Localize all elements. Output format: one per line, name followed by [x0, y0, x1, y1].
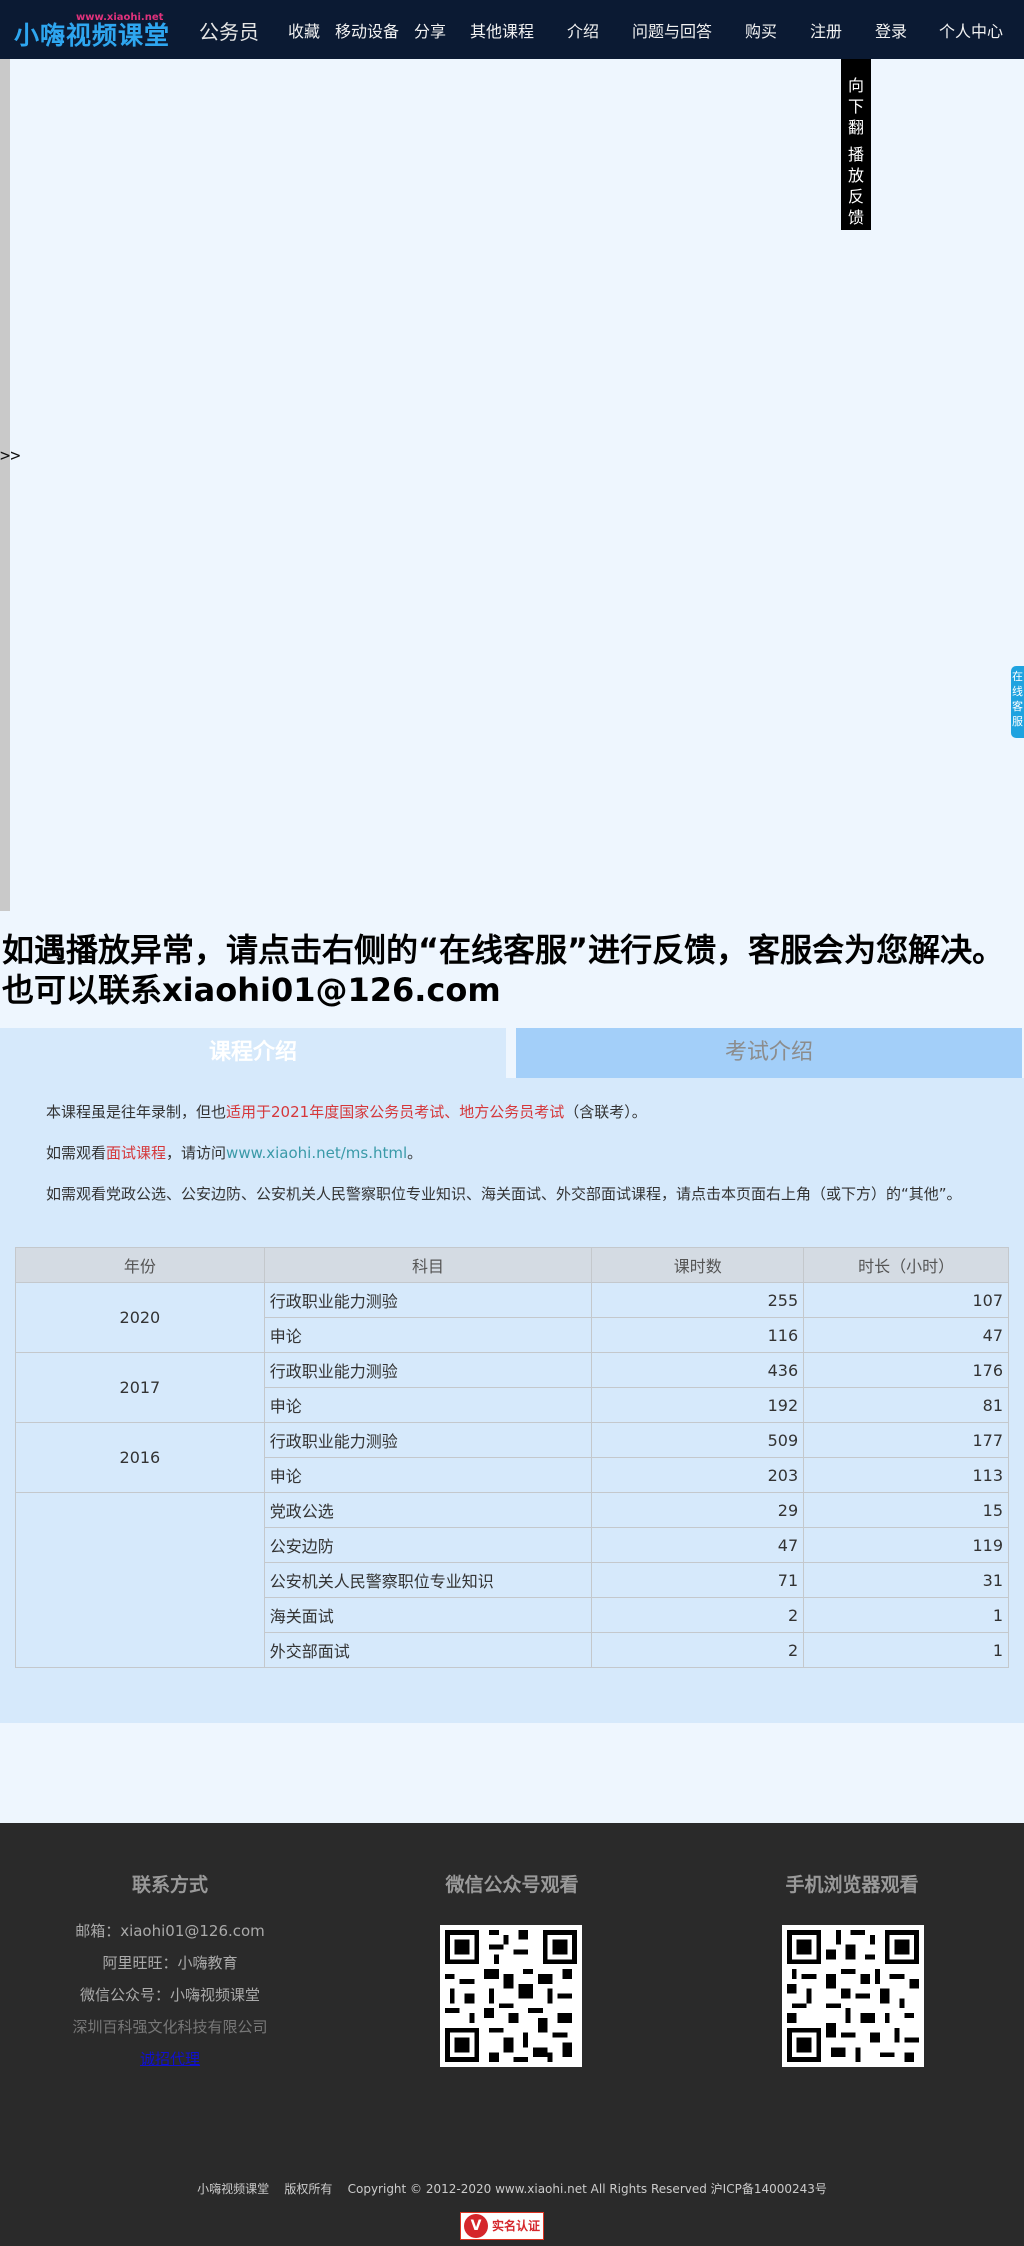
notice-line-1: 如遇播放异常，请点击右侧的“在线客服”进行反馈，客服会为您解决。	[2, 931, 1005, 969]
scroll-down-button[interactable]: 向下翻	[847, 75, 865, 138]
contact-wechat: 微信公众号：小嗨视频课堂	[79, 1986, 260, 2004]
nav-user-center[interactable]: 个人中心	[939, 18, 1003, 42]
mobile-watch-title: 手机浏览器观看	[785, 1874, 919, 1896]
nav-introduction[interactable]: 介绍	[567, 18, 599, 42]
nav-mobile-devices[interactable]: 移动设备	[335, 18, 399, 42]
agent-recruitment-link[interactable]: 诚招代理	[140, 2050, 200, 2068]
header-lessons: 课时数	[591, 1247, 805, 1283]
site-logo[interactable]: www.xiaohi.net 小嗨视频课堂	[14, 10, 174, 50]
wechat-watch-title: 微信公众号观看	[445, 1874, 579, 1896]
header-subject: 科目	[263, 1247, 593, 1283]
contact-title: 联系方式	[131, 1874, 208, 1896]
logo-text: 小嗨视频课堂	[14, 21, 171, 50]
intro-paragraph-1: 本课程虽是往年录制，但也适用于2021年度国家公务员考试、地方公务员考试（含联考…	[46, 1103, 647, 1121]
contact-wangwang: 阿里旺旺：小嗨教育	[102, 1954, 238, 1972]
mobile-qr-code	[782, 1925, 924, 2067]
year-cell: 2020	[15, 1282, 265, 1353]
nav-buy[interactable]: 购买	[745, 18, 777, 42]
nav-other-courses[interactable]: 其他课程	[470, 18, 534, 42]
intro-paragraph-2: 如需观看面试课程，请访问www.xiaohi.net/ms.html。	[46, 1144, 423, 1162]
nav-qa[interactable]: 问题与回答	[632, 18, 712, 42]
nav-share[interactable]: 分享	[414, 18, 446, 42]
playback-notice: 如遇播放异常，请点击右侧的“在线客服”进行反馈，客服会为您解决。 也可以联系xi…	[2, 930, 1022, 1010]
verified-v-icon: V	[464, 2214, 488, 2238]
header-duration: 时长（小时）	[803, 1247, 1009, 1283]
table-row: 党政公选 29 15	[15, 1492, 1009, 1668]
interview-course-text: 面试课程	[106, 1144, 167, 1162]
nav-favorite[interactable]: 收藏	[288, 18, 320, 42]
interview-course-link[interactable]: www.xiaohi.net/ms.html	[226, 1144, 407, 1162]
nav-login[interactable]: 登录	[875, 18, 907, 42]
player-side-menu: 向下翻 播放反馈	[841, 59, 871, 230]
notice-line-2: 也可以联系xiaohi01@126.com	[2, 971, 501, 1009]
copyright-text: 小嗨视频课堂 版权所有 Copyright © 2012-2020 www.xi…	[197, 2182, 827, 2196]
category-label: 公务员	[199, 20, 259, 44]
nav-register[interactable]: 注册	[810, 18, 842, 42]
playback-feedback-button[interactable]: 播放反馈	[847, 144, 865, 228]
tab-course-intro[interactable]: 课程介绍	[0, 1028, 506, 1078]
player-expand-toggle[interactable]: >>	[0, 446, 20, 466]
online-service-button[interactable]: 在线客服	[1011, 666, 1024, 738]
info-tabs: 课程介绍 考试介绍	[0, 1028, 1024, 1078]
table-header-row: 年份 科目 课时数 时长（小时）	[15, 1247, 1009, 1283]
top-nav-bar: www.xiaohi.net 小嗨视频课堂 公务员 收藏 移动设备 分享 其他课…	[0, 0, 1024, 59]
course-schedule-table: 年份 科目 课时数 时长（小时） 2020 行政职业能力测验 255 107 申…	[15, 1247, 1009, 1668]
tab-exam-intro[interactable]: 考试介绍	[516, 1028, 1022, 1078]
year-cell: 2016	[15, 1422, 265, 1493]
table-row: 2020 行政职业能力测验 255 107	[15, 1282, 1009, 1353]
video-player-sidebar[interactable]	[0, 59, 10, 911]
year-cell: 2017	[15, 1352, 265, 1423]
agent-recruitment: 诚招代理	[20, 2048, 320, 2069]
table-row: 2016 行政职业能力测验 509 177	[15, 1422, 1009, 1493]
intro-paragraph-3: 如需观看党政公选、公安边防、公安机关人民警察职位专业知识、海关面试、外交部面试课…	[46, 1185, 962, 1203]
contact-email: 邮箱：xiaohi01@126.com	[75, 1922, 265, 1940]
year-cell	[15, 1492, 265, 1668]
badge-label: 实名认证	[492, 2218, 541, 2233]
company-name: 深圳百科强文化科技有限公司	[72, 2018, 268, 2036]
applicable-exams: 适用于2021年度国家公务员考试、地方公务员考试	[226, 1103, 565, 1121]
online-service-label: 在线客服	[1012, 670, 1023, 728]
wechat-qr-code	[440, 1925, 582, 2067]
table-row: 2017 行政职业能力测验 436 176	[15, 1352, 1009, 1423]
real-name-badge[interactable]: V 实名认证	[460, 2212, 544, 2240]
header-year: 年份	[15, 1247, 265, 1283]
